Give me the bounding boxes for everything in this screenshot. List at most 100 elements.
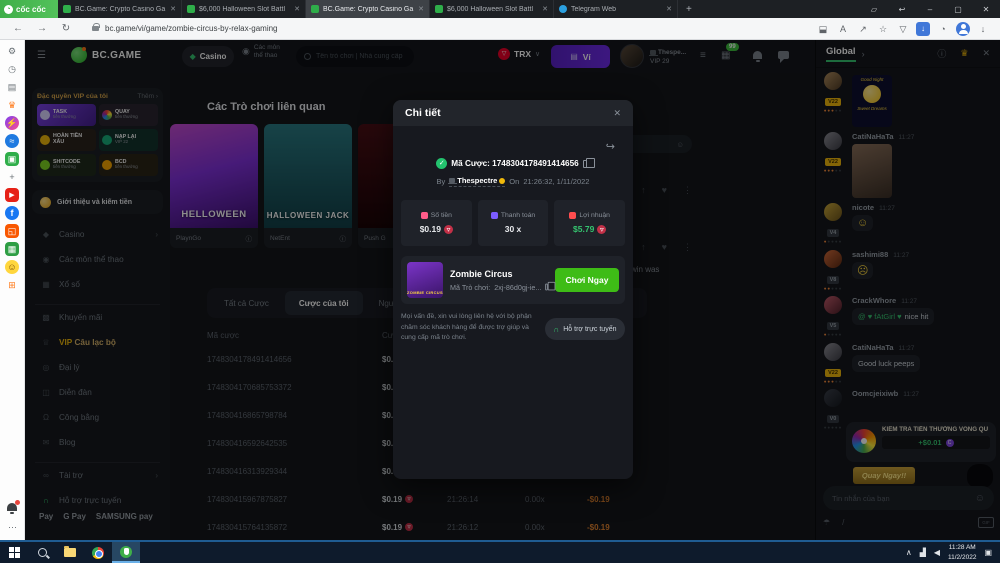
- add-shortcut-icon[interactable]: +: [5, 170, 19, 184]
- reopen-tab-icon[interactable]: ↩: [888, 5, 916, 14]
- tab-title: BC.Game: Crypto Casino Ga: [323, 6, 414, 13]
- browser-tab[interactable]: BC.Game: Crypto Casino Ga ✕: [58, 0, 182, 18]
- stat-value: $0.19: [420, 224, 441, 234]
- copy-icon[interactable]: [546, 284, 548, 291]
- bet-stat-card: Lợi nhuận $5.79▽: [554, 200, 625, 246]
- action-center-icon[interactable]: ▣: [984, 548, 992, 557]
- tab-close-icon[interactable]: ✕: [418, 5, 424, 13]
- success-check-icon: ✓: [436, 158, 447, 169]
- stat-label: Thanh toán: [501, 212, 535, 219]
- network-icon[interactable]: ▟: [920, 548, 926, 557]
- stat-icon: [421, 212, 428, 219]
- new-tab-button[interactable]: +: [678, 0, 700, 18]
- browser-tab[interactable]: BC.Game: Crypto Casino Ga ✕: [306, 0, 430, 18]
- messenger-icon[interactable]: ⚡: [5, 116, 19, 130]
- rewards-crown-icon[interactable]: ♛: [5, 98, 19, 112]
- top-hat-icon: [449, 178, 455, 183]
- tab-close-icon[interactable]: ✕: [542, 5, 548, 13]
- coccoc-logo-icon: ◔: [4, 5, 13, 14]
- settings-icon[interactable]: ⚙: [5, 44, 19, 58]
- taskbar-search-icon[interactable]: [28, 542, 56, 563]
- back-button[interactable]: ←: [6, 23, 30, 34]
- bookmark-star-icon[interactable]: ☆: [876, 22, 890, 36]
- stat-value: $5.79: [573, 224, 594, 234]
- bet-datetime: 21:26:32, 1/11/2022: [523, 177, 589, 186]
- window-minimize-button[interactable]: –: [916, 5, 944, 14]
- forward-button[interactable]: →: [30, 23, 54, 34]
- https-lock-icon[interactable]: [92, 26, 99, 31]
- tab-close-icon[interactable]: ✕: [294, 5, 300, 13]
- sidebar-more-icon[interactable]: ⋯: [0, 522, 25, 533]
- notifications-bell-icon[interactable]: [7, 503, 17, 511]
- facebook-icon[interactable]: f: [5, 206, 19, 220]
- trx-coin-icon: ▽: [597, 225, 606, 234]
- browser-tab-bar: ◔ cốc cốc BC.Game: Crypto Casino Ga ✕ $6…: [0, 0, 1000, 18]
- stat-label: Lợi nhuận: [579, 212, 610, 219]
- download-manager-icon[interactable]: ↓: [916, 22, 930, 36]
- copy-icon[interactable]: [583, 160, 590, 168]
- bet-id-value: 1748304178491414656: [492, 159, 579, 168]
- taskbar-clock[interactable]: 11:28 AM 11/2/2022: [948, 543, 976, 563]
- chrome-icon[interactable]: [84, 542, 112, 563]
- profile-avatar-icon[interactable]: [956, 22, 970, 36]
- headset-icon: ∩: [554, 325, 560, 334]
- history-icon[interactable]: ◷: [5, 62, 19, 76]
- bet-stat-card: Số tiền $0.19▽: [401, 200, 472, 246]
- stat-label: Số tiền: [431, 212, 452, 219]
- tab-close-icon[interactable]: ✕: [666, 5, 672, 13]
- coccoc-logo[interactable]: ◔ cốc cốc: [0, 0, 58, 18]
- stat-value: 30 x: [505, 224, 522, 234]
- volume-icon[interactable]: ◀: [934, 548, 940, 557]
- pip-icon[interactable]: ▱: [860, 5, 888, 14]
- modal-close-icon[interactable]: ✕: [613, 108, 621, 119]
- shopee-icon[interactable]: ◱: [5, 224, 19, 238]
- game-info-card: ZOMBIE CIRCUS Zombie Circus Mã Trò chơi:…: [401, 256, 625, 304]
- youtube-icon[interactable]: ▶: [5, 188, 19, 202]
- tab-favicon: [311, 5, 319, 13]
- tab-title: $6,000 Halloween Slot Battl: [199, 6, 290, 13]
- bet-owner-link[interactable]: Thespectre: [449, 176, 505, 187]
- window-close-button[interactable]: ✕: [972, 5, 1000, 14]
- tab-title: BC.Game: Crypto Casino Ga: [75, 6, 166, 13]
- start-button[interactable]: [0, 542, 28, 563]
- window-maximize-button[interactable]: ▢: [944, 5, 972, 14]
- hidden-icons-chevron[interactable]: ∧: [906, 548, 912, 557]
- adblock-shield-icon[interactable]: ▽: [896, 22, 910, 36]
- tab-title: Telegram Web: [571, 6, 662, 13]
- windows-taskbar: ∧ ▟ ◀ 11:28 AM 11/2/2022 ▣: [0, 540, 1000, 563]
- file-explorer-icon[interactable]: [56, 542, 84, 563]
- reading-list-icon[interactable]: ▤: [5, 80, 19, 94]
- browser-tab[interactable]: $6,000 Halloween Slot Battl ✕: [182, 0, 306, 18]
- gift-icon[interactable]: ▦: [5, 242, 19, 256]
- share-icon[interactable]: ↪: [606, 140, 615, 153]
- play-now-button[interactable]: Chơi Ngay: [555, 268, 619, 292]
- reload-button[interactable]: ↻: [54, 23, 78, 34]
- sticker-icon[interactable]: ☺: [5, 260, 19, 274]
- cart-icon[interactable]: ⊞: [5, 278, 19, 292]
- tab-favicon: [187, 5, 195, 13]
- address-bar[interactable]: bc.game/vi/game/zombie-circus-by-relax-g…: [105, 24, 278, 33]
- share-icon[interactable]: ↗: [856, 22, 870, 36]
- coccoc-taskbar-icon[interactable]: [112, 542, 140, 563]
- game-code-value: 2xj-86d0gj-ie...: [494, 283, 541, 292]
- browser-tab[interactable]: Telegram Web ✕: [554, 0, 678, 18]
- tab-favicon: [63, 5, 71, 13]
- browser-tab[interactable]: $6,000 Halloween Slot Battl ✕: [430, 0, 554, 18]
- translate-icon[interactable]: A: [836, 22, 850, 36]
- downloads-icon[interactable]: ↓: [976, 22, 990, 36]
- modal-title: Chi tiết: [405, 107, 441, 119]
- stat-icon: [491, 212, 498, 219]
- tab-title: $6,000 Halloween Slot Battl: [447, 6, 538, 13]
- zombie-circus-thumbnail[interactable]: ZOMBIE CIRCUS: [407, 262, 443, 298]
- bet-id-label: Mã Cược:: [451, 159, 490, 168]
- live-support-button[interactable]: ∩ Hỗ trợ trực tuyến: [545, 318, 625, 340]
- tab-favicon: [559, 5, 567, 13]
- notification-dot: [15, 500, 20, 505]
- extension-icon[interactable]: ◔: [936, 22, 950, 36]
- save-to-device-icon[interactable]: ⬓: [816, 22, 830, 36]
- games-icon[interactable]: ▣: [5, 152, 19, 166]
- support-note: Mọi vấn đề, xin vui lòng liên hệ với bộ …: [401, 312, 539, 344]
- medal-icon: [499, 178, 505, 184]
- tab-close-icon[interactable]: ✕: [170, 5, 176, 13]
- zalo-icon[interactable]: ≈: [5, 134, 19, 148]
